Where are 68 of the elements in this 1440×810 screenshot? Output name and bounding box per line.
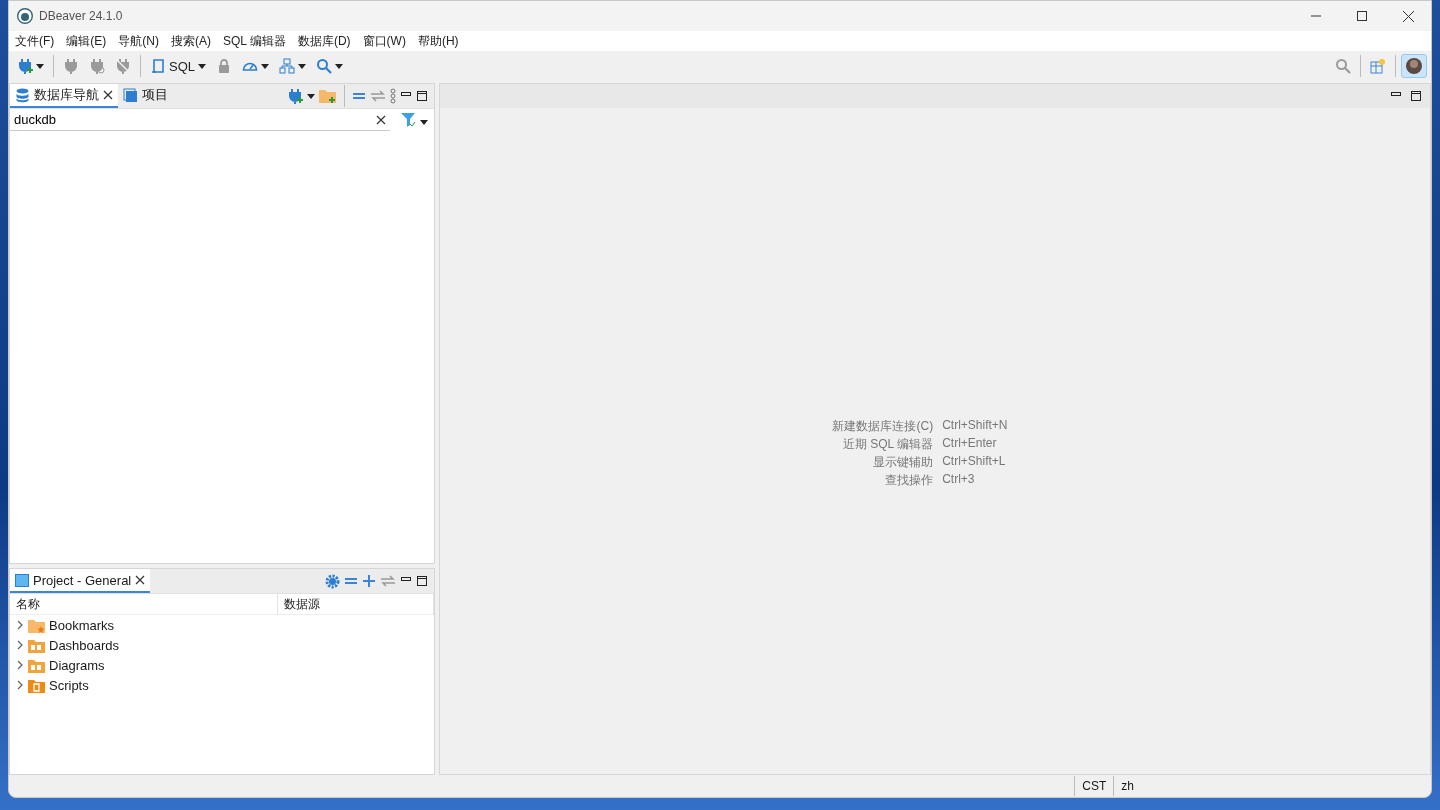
panel-tab[interactable]: 项目	[118, 84, 173, 108]
menu-item[interactable]: 编辑(E)	[60, 32, 113, 50]
tree-item[interactable]: Dashboards	[10, 635, 434, 655]
hint-action: 查找操作	[884, 471, 934, 489]
folder-star-icon	[28, 617, 45, 633]
hierarchy-icon	[279, 58, 295, 74]
tree-item[interactable]: Bookmarks	[10, 615, 434, 635]
hint-action: 近期 SQL 编辑器	[841, 435, 934, 453]
menu-item[interactable]: 搜索(A)	[165, 32, 217, 50]
hint-shortcut: Ctrl+Shift+N	[942, 417, 1008, 434]
window-icon	[15, 573, 29, 587]
caret-icon	[261, 63, 269, 69]
status-text: CST	[1074, 776, 1114, 796]
lock-icon	[216, 58, 232, 74]
close-tab-icon[interactable]	[135, 575, 146, 585]
window-icon	[123, 87, 138, 103]
script-icon	[150, 58, 166, 74]
caret-icon	[298, 63, 306, 69]
plug-crossed-icon	[115, 58, 131, 74]
maximize-icon[interactable]	[1410, 90, 1422, 102]
plug-refresh-icon	[89, 58, 105, 74]
panel-tab[interactable]: 数据库导航	[10, 84, 118, 108]
caret-icon	[198, 63, 206, 69]
hint-action: 新建数据库连接(C)	[832, 417, 934, 435]
menu-item[interactable]: 数据库(D)	[291, 32, 357, 50]
maximize-icon[interactable]	[416, 575, 428, 587]
filter-field[interactable]: duckdb	[10, 109, 372, 131]
plug-plus-icon	[17, 58, 33, 74]
expand-icon[interactable]	[362, 574, 376, 588]
caret-icon	[36, 63, 44, 69]
menu-item[interactable]: SQL 编辑器	[217, 32, 292, 50]
column-header[interactable]: 名称	[10, 594, 278, 615]
hint-shortcut: Ctrl+Enter	[942, 435, 998, 452]
close-icon	[1402, 10, 1414, 22]
hint-shortcut: Ctrl+Shift+L	[942, 453, 1007, 470]
clear-icon[interactable]	[376, 114, 386, 125]
caret-icon	[420, 119, 428, 125]
sql-editor-button[interactable]: SQL	[146, 54, 210, 78]
maximize-icon[interactable]	[416, 90, 428, 102]
hint-shortcut: Ctrl+3	[942, 471, 976, 488]
tree-item[interactable]: Scripts	[10, 675, 434, 695]
collapse-icon[interactable]	[344, 576, 358, 586]
caret-icon	[335, 63, 343, 69]
folder-grid-icon	[28, 657, 45, 673]
hint-action: 显示键辅助	[872, 453, 934, 471]
collapse-icon[interactable]	[352, 91, 366, 101]
window-title: DBeaver 24.1.0	[39, 9, 124, 23]
database-icon	[15, 87, 30, 103]
column-header[interactable]: 数据源	[278, 594, 434, 615]
menu-item[interactable]: 窗口(W)	[356, 32, 412, 50]
filter-icon[interactable]	[400, 112, 416, 128]
menu-item[interactable]: 文件(F)	[9, 32, 61, 50]
folder-script-icon	[28, 677, 45, 693]
folder-grid-icon	[28, 637, 45, 653]
tree-item[interactable]: Diagrams	[10, 655, 434, 675]
plug-icon	[63, 58, 79, 74]
caret-icon	[307, 93, 315, 99]
settings-icon[interactable]	[325, 573, 340, 589]
maximize-icon	[1357, 11, 1367, 21]
close-tab-icon[interactable]	[103, 90, 113, 100]
folder-plus-icon[interactable]	[319, 88, 337, 104]
menu-item[interactable]: 帮助(H)	[411, 32, 465, 50]
search-icon	[1335, 58, 1351, 74]
panel-tab[interactable]: Project - General	[10, 569, 151, 593]
plug-plus-icon[interactable]	[287, 88, 303, 104]
status-text: zh	[1113, 776, 1141, 796]
search-icon	[316, 58, 332, 74]
menu-item[interactable]: 导航(N)	[112, 32, 165, 50]
